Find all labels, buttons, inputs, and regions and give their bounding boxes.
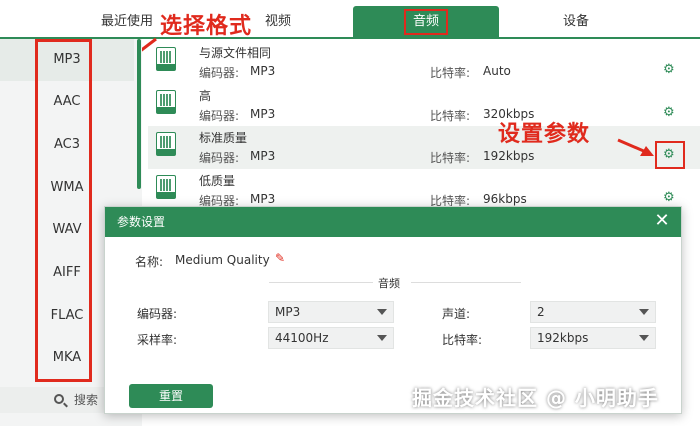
channel-select-value: 2: [537, 305, 545, 319]
preset-name: 与源文件相同: [199, 46, 272, 60]
channel-select[interactable]: 2: [530, 301, 656, 323]
bitrate-label: 比特率:: [430, 109, 471, 123]
bitrate-label: 比特率:: [430, 151, 471, 165]
gear-icon[interactable]: ⚙: [663, 63, 676, 76]
encoder-select[interactable]: MP3: [268, 301, 394, 323]
bitrate-label: 比特率:: [430, 66, 471, 80]
search-label: 搜索: [74, 393, 99, 407]
dialog-title: 参数设置: [117, 215, 166, 229]
preset-name: 标准质量: [199, 131, 248, 145]
annotation-gear-highlight: [655, 141, 685, 169]
gear-icon[interactable]: ⚙: [663, 106, 676, 119]
bitrate-select-value: 192kbps: [537, 331, 589, 345]
edit-icon[interactable]: ✎: [275, 252, 287, 264]
annotation-select-format: 选择格式: [160, 14, 253, 39]
encoder-value: MP3: [250, 192, 276, 206]
preset-name: 低质量: [199, 174, 236, 188]
dialog-header: 参数设置 ✕: [105, 207, 681, 237]
section-title: 音频: [378, 277, 400, 290]
encoder-value: MP3: [250, 64, 276, 78]
bitrate-value: 96kbps: [483, 192, 527, 206]
section-divider: [411, 282, 521, 283]
close-icon[interactable]: ✕: [653, 212, 671, 230]
reset-button[interactable]: 重置: [129, 384, 213, 408]
audio-file-icon: [156, 132, 176, 156]
encoder-label: 编码器:: [199, 66, 240, 80]
gear-icon[interactable]: ⚙: [663, 191, 676, 204]
tab-recent[interactable]: 最近使用: [92, 6, 162, 38]
samplerate-select[interactable]: 44100Hz: [268, 327, 394, 349]
tab-audio-label: 音频: [403, 9, 448, 35]
samplerate-select-value: 44100Hz: [275, 331, 329, 345]
bitrate-value: 192kbps: [483, 149, 535, 163]
bitrate-value: Auto: [483, 64, 511, 78]
annotation-sidebar-highlight: [35, 39, 92, 382]
chevron-down-icon: [639, 309, 649, 315]
watermark-text: 掘金技术社区 @ 小明助手: [412, 386, 659, 410]
bitrate-select[interactable]: 192kbps: [530, 327, 656, 349]
annotation-set-params: 设置参数: [498, 122, 591, 147]
encoder-label: 编码器:: [199, 109, 240, 123]
preset-row-high[interactable]: 高 编码器: MP3 比特率: 320kbps ⚙: [148, 84, 700, 127]
preset-name: 高: [199, 89, 212, 103]
search-icon: [54, 394, 64, 404]
audio-file-icon: [156, 90, 176, 114]
preset-row-same-as-source[interactable]: 与源文件相同 编码器: MP3 比特率: Auto ⚙: [148, 41, 700, 84]
top-tabs: 最近使用 视频 音频 设备: [0, 0, 700, 38]
encoder-label: 编码器:: [137, 307, 178, 321]
name-label: 名称:: [135, 255, 164, 269]
encoder-value: MP3: [250, 149, 276, 163]
channel-label: 声道:: [442, 307, 471, 321]
name-value: Medium Quality: [175, 253, 270, 267]
encoder-select-value: MP3: [275, 305, 301, 319]
encoder-value: MP3: [250, 107, 276, 121]
encoder-label: 编码器:: [199, 151, 240, 165]
bitrate-label: 比特率:: [442, 333, 483, 347]
audio-file-icon: [156, 47, 176, 71]
chevron-down-icon: [377, 335, 387, 341]
tab-audio[interactable]: 音频: [353, 6, 499, 38]
samplerate-label: 采样率:: [137, 333, 178, 347]
section-divider: [269, 282, 373, 283]
tab-device[interactable]: 设备: [548, 6, 604, 38]
tab-video[interactable]: 视频: [258, 6, 298, 38]
audio-file-icon: [156, 175, 176, 199]
chevron-down-icon: [639, 335, 649, 341]
sidebar-scrollbar[interactable]: [137, 39, 141, 189]
annotation-arrow-params: [617, 138, 654, 156]
chevron-down-icon: [377, 309, 387, 315]
